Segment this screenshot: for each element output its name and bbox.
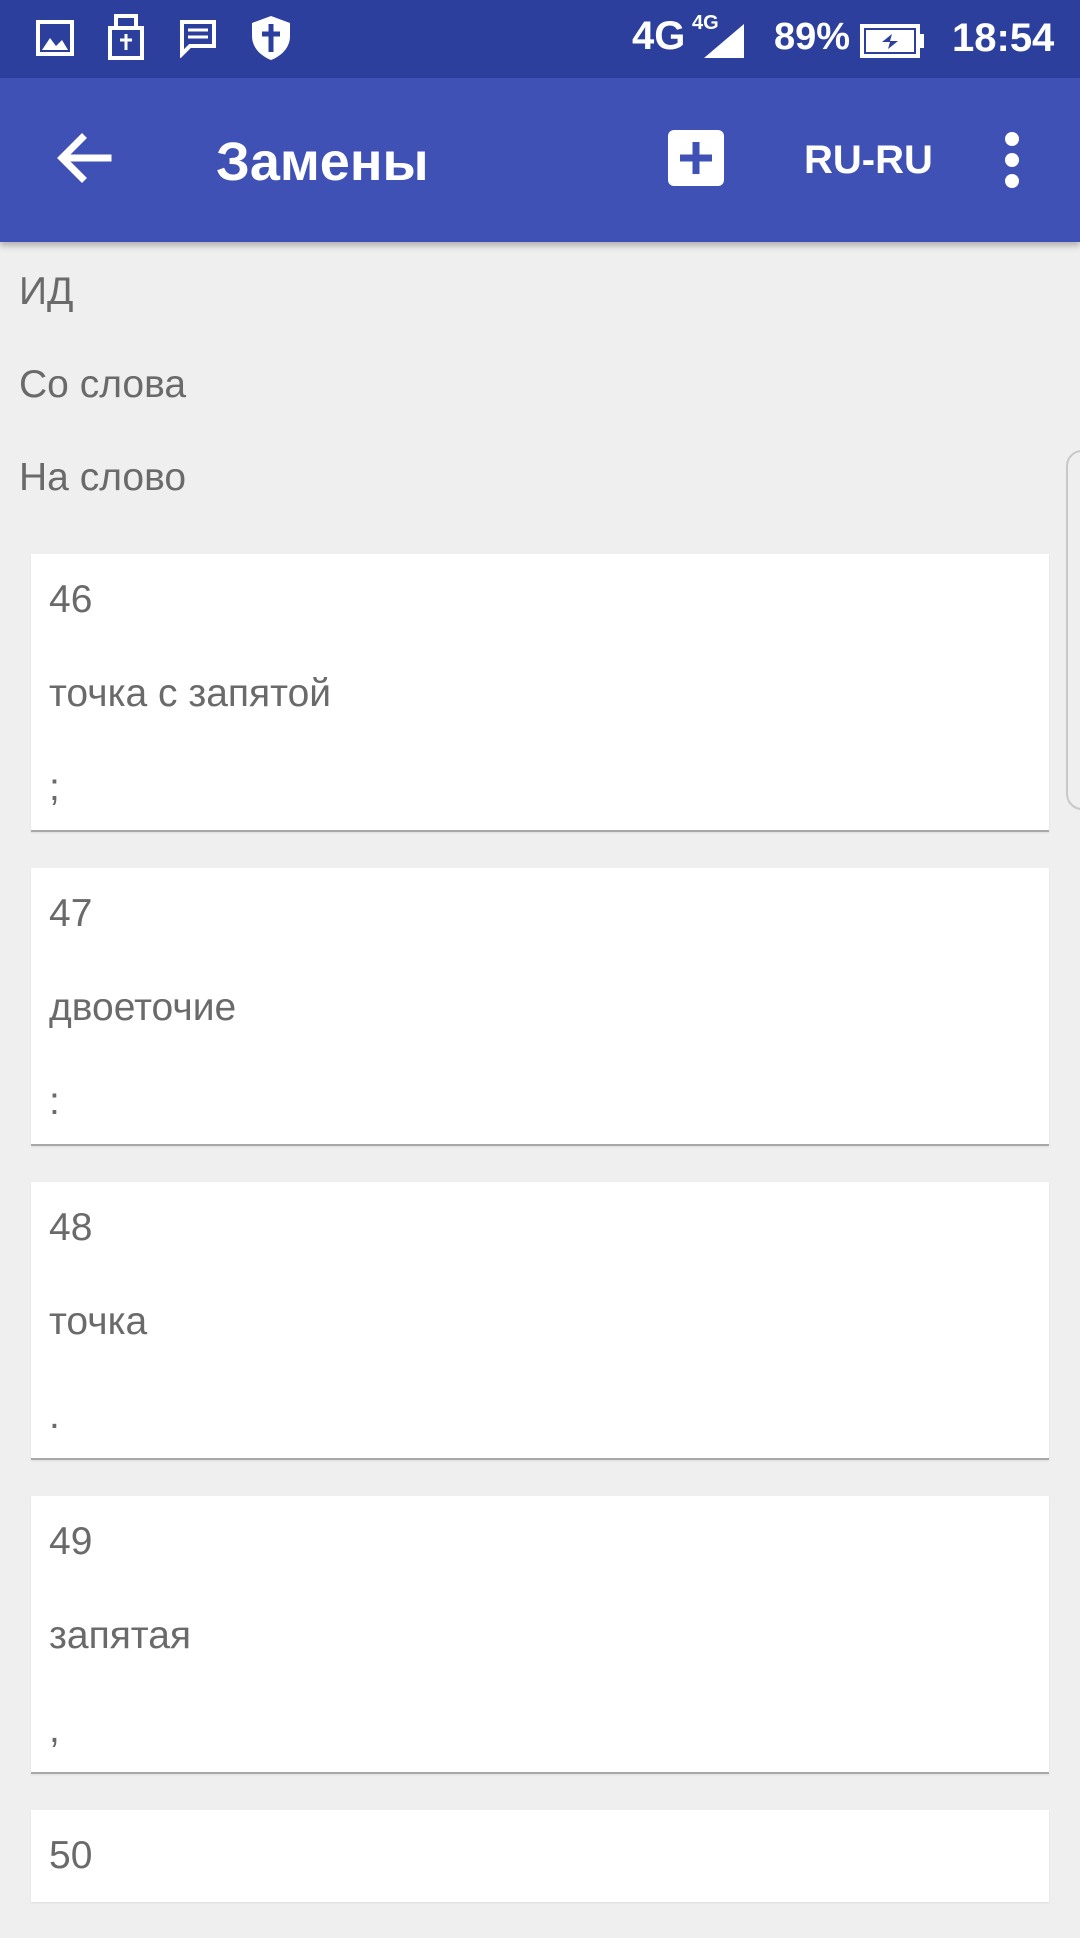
more-vert-icon [1002, 132, 1022, 188]
item-id: 50 [49, 1834, 93, 1877]
list-item[interactable]: 46 точка с запятой ; [31, 554, 1049, 832]
item-to-word: : [49, 1080, 60, 1123]
replacement-list: 46 точка с запятой ; 47 двоеточие : 48 т… [31, 554, 1049, 1938]
edge-panel-handle[interactable] [1066, 450, 1080, 810]
item-id: 49 [49, 1520, 93, 1563]
item-id: 46 [49, 578, 93, 621]
list-item[interactable]: 50 [31, 1810, 1049, 1902]
signal-icon [704, 24, 744, 58]
message-notification-icon [180, 20, 216, 58]
usb-notification-icon [108, 14, 144, 60]
battery-percent: 89% [774, 16, 851, 58]
item-from-word: двоеточие [49, 986, 237, 1029]
item-to-word: , [49, 1708, 60, 1751]
clock: 18:54 [952, 16, 1055, 60]
status-bar: 4G 4G 89% 18:54 [0, 0, 1080, 78]
header-from-label: Со слова [19, 363, 187, 406]
item-to-word: . [49, 1394, 60, 1437]
add-icon [680, 142, 712, 174]
app-bar: Замены RU-RU [0, 78, 1080, 242]
network-type-label: 4G [632, 14, 686, 58]
item-from-word: точка с запятой [49, 672, 332, 715]
item-id: 47 [49, 892, 93, 935]
more-options-button[interactable] [1002, 132, 1022, 188]
add-button[interactable] [668, 130, 724, 186]
item-from-word: запятая [49, 1614, 192, 1657]
language-button[interactable]: RU-RU [804, 136, 933, 184]
item-to-word: ; [49, 766, 60, 809]
list-item[interactable]: 47 двоеточие : [31, 868, 1049, 1146]
page-title: Замены [216, 132, 429, 192]
item-id: 48 [49, 1206, 93, 1249]
back-arrow-icon [57, 133, 112, 183]
list-item[interactable]: 49 запятая , [31, 1496, 1049, 1774]
list-item[interactable]: 48 точка . [31, 1182, 1049, 1460]
battery-charging-icon [860, 24, 924, 58]
header-to-label: На слово [19, 456, 187, 499]
shield-icon [252, 16, 290, 60]
back-button[interactable] [52, 126, 116, 190]
image-notification-icon [36, 20, 74, 56]
header-id-label: ИД [19, 270, 74, 313]
column-headers: ИД Со слова На слово [19, 262, 186, 541]
item-from-word: точка [49, 1300, 148, 1343]
